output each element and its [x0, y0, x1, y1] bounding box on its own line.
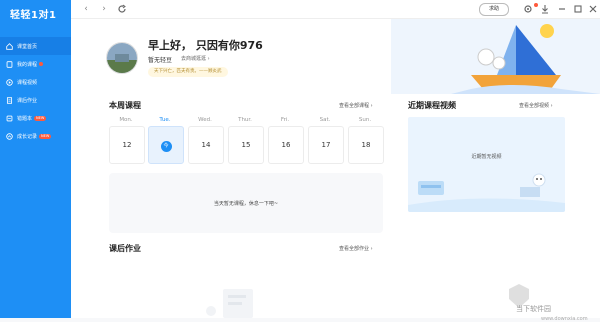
day-tuesday[interactable]: Tue. 今	[148, 117, 184, 164]
avatar[interactable]	[106, 42, 138, 74]
day-date-box: 今	[148, 126, 184, 164]
sidebar-item-label: 课程视频	[17, 79, 38, 86]
sidebar-item-label: 成长记录	[17, 133, 38, 140]
day-name: Wed.	[198, 117, 212, 123]
day-name: Tue.	[159, 117, 171, 123]
close-icon[interactable]	[588, 4, 598, 14]
home-icon	[6, 42, 13, 50]
watermark-url: www.downxia.com	[541, 316, 588, 322]
day-date: 18	[348, 126, 384, 164]
daily-quote: 天下兴亡，匹夫有责。——顾炎武	[148, 67, 228, 77]
no-video-text: 近期暂无视频	[471, 154, 502, 160]
maximize-icon[interactable]	[573, 4, 583, 14]
sidebar-item-my-courses[interactable]: 我的课程	[0, 55, 71, 73]
homework-title: 课后作业	[109, 244, 141, 253]
sidebar-item-course-videos[interactable]: 课程视频	[0, 73, 71, 91]
main-content: 早上好， 只因有你976 暂无轻豆 去商城逛逛 › 天下兴亡，匹夫有责。——顾炎…	[71, 19, 600, 322]
view-all-courses-link[interactable]: 查看全部课程 ›	[339, 102, 373, 109]
sidebar-item-home[interactable]: 课堂首页	[0, 37, 71, 55]
settings-notification-dot	[534, 3, 538, 7]
sidebar-item-label: 我的课程	[17, 61, 38, 68]
sidebar: 轻轻1对1 课堂首页 我的课程 课程视频 课后作业 错题本 NEW 成长记录 N…	[0, 0, 71, 318]
sidebar-item-growth[interactable]: 成长记录 NEW	[0, 127, 71, 145]
help-button[interactable]: 求助	[479, 3, 509, 16]
back-icon[interactable]: ‹	[81, 4, 91, 14]
day-friday[interactable]: Fri. 16	[268, 117, 304, 164]
app-logo: 轻轻1对1	[10, 10, 57, 21]
refresh-icon[interactable]	[117, 4, 127, 14]
day-date: 14	[188, 126, 224, 164]
day-thursday[interactable]: Thur. 15	[228, 117, 264, 164]
shop-link[interactable]: 去商城逛逛 ›	[181, 55, 210, 62]
no-course-text: 当天暂无课程，休息一下吧~	[213, 201, 279, 207]
notebook-icon	[6, 115, 13, 121]
view-all-videos-link[interactable]: 查看全部视频 ›	[519, 102, 553, 109]
sidebar-item-label: 错题本	[17, 115, 33, 122]
watermark-text: 当下软件园	[516, 305, 551, 313]
week-courses-title: 本周课程	[109, 101, 141, 110]
forward-icon[interactable]: ›	[99, 4, 109, 14]
day-name: Thur.	[238, 117, 252, 123]
new-badge: NEW	[39, 133, 52, 139]
document-icon	[6, 96, 13, 104]
video-illustration	[408, 173, 565, 212]
play-icon	[6, 78, 13, 86]
new-badge: NEW	[34, 115, 47, 121]
day-name: Fri.	[280, 117, 290, 123]
notification-dot	[39, 62, 44, 66]
day-date: 17	[308, 126, 344, 164]
no-course-panel: 当天暂无课程，休息一下吧~	[109, 173, 383, 233]
greeting-title: 早上好， 只因有你976	[148, 39, 263, 52]
minimize-icon[interactable]	[557, 4, 567, 14]
sidebar-item-label: 课堂首页	[17, 43, 38, 50]
sidebar-item-mistakes[interactable]: 错题本 NEW	[0, 109, 71, 127]
day-wednesday[interactable]: Wed. 14	[188, 117, 224, 164]
sidebar-nav: 课堂首页 我的课程 课程视频 课后作业 错题本 NEW 成长记录 NEW	[0, 37, 71, 145]
homework-illustration	[206, 289, 253, 318]
day-saturday[interactable]: Sat. 17	[308, 117, 344, 164]
day-sunday[interactable]: Sun. 18	[348, 117, 384, 164]
day-date: 15	[228, 126, 264, 164]
day-name: Mon.	[119, 117, 133, 123]
recent-videos-title: 近期课程视频	[408, 101, 456, 110]
today-marker: 今	[160, 141, 172, 152]
boat-illustration	[391, 19, 600, 94]
sidebar-item-homework[interactable]: 课后作业	[0, 91, 71, 109]
sidebar-item-label: 课后作业	[17, 97, 38, 104]
bean-balance: 暂无轻豆	[148, 57, 173, 64]
gear-icon[interactable]	[523, 4, 533, 14]
day-name: Sat.	[319, 117, 331, 123]
day-monday[interactable]: Mon. 12	[109, 117, 145, 164]
book-icon	[6, 60, 13, 68]
download-icon[interactable]	[540, 4, 550, 14]
recent-videos-panel: 近期暂无视频	[408, 117, 565, 212]
day-date: 12	[109, 126, 145, 164]
day-name: Sun.	[358, 117, 372, 123]
day-date: 16	[268, 126, 304, 164]
view-all-homework-link[interactable]: 查看全部作业 ›	[339, 245, 373, 252]
growth-icon	[6, 132, 13, 140]
top-bar: ‹ › 求助	[71, 0, 600, 19]
